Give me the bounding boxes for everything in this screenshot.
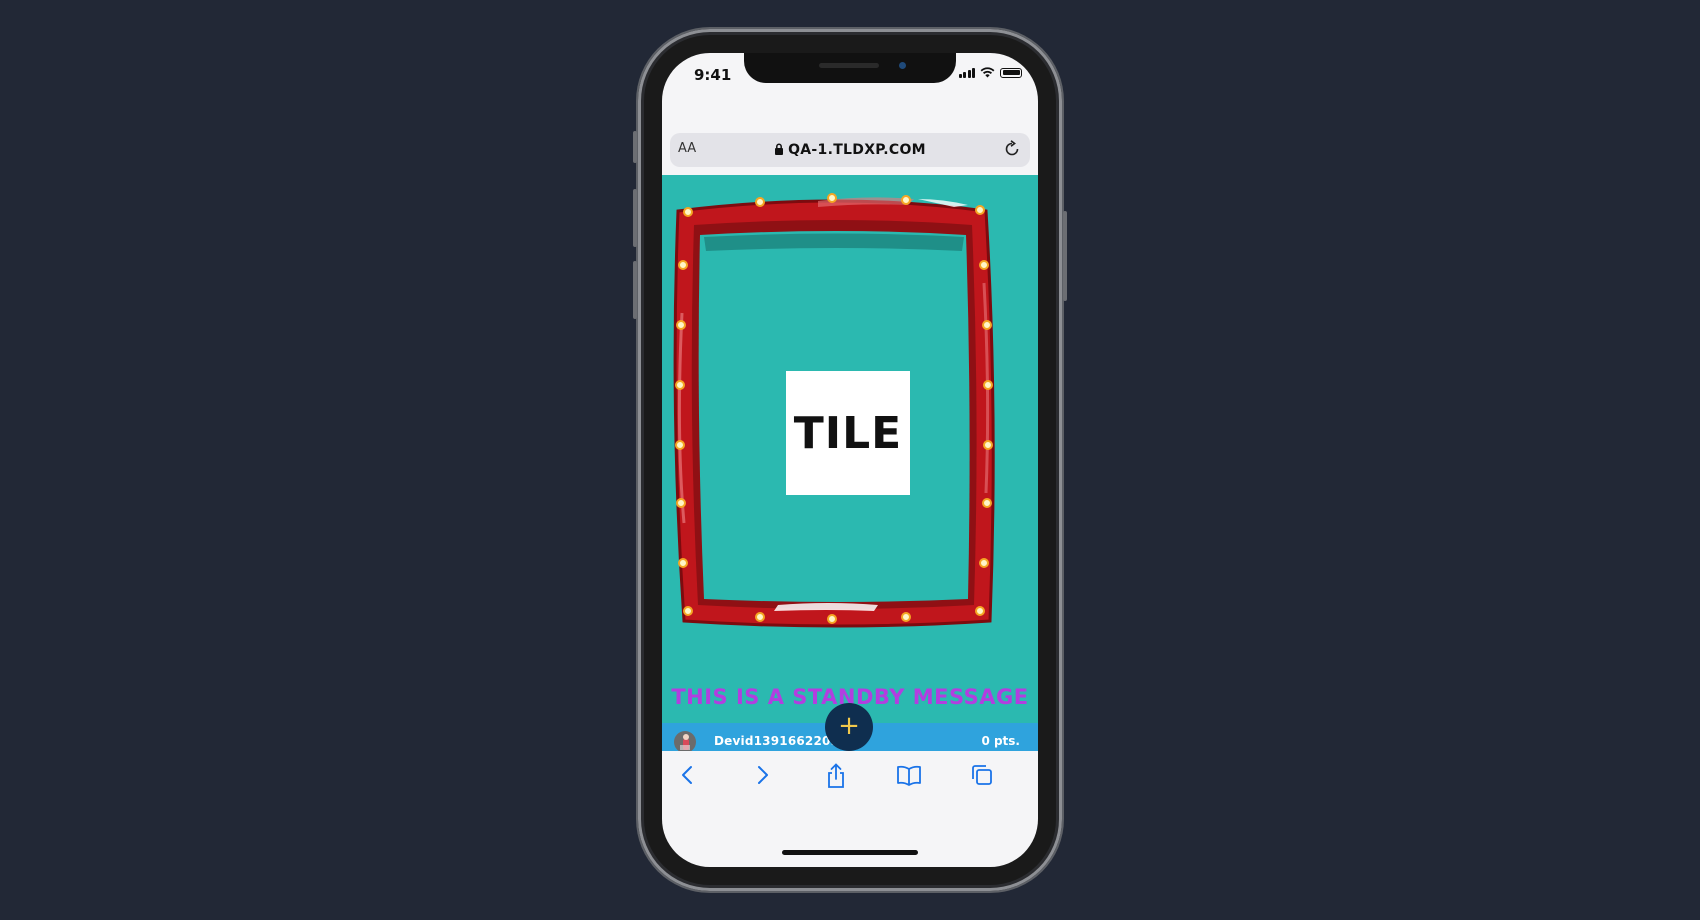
status-time: 9:41 — [694, 66, 732, 84]
status-icons — [958, 67, 1022, 78]
share-icon[interactable] — [825, 763, 847, 789]
lock-icon — [775, 143, 784, 155]
wifi-icon — [980, 67, 995, 78]
phone-screen: 9:41 AA QA-1.TLDXP.COM TILE THIS IS A ST… — [662, 53, 1038, 867]
reload-icon[interactable] — [1002, 139, 1022, 159]
power-button — [1063, 211, 1067, 301]
front-camera — [899, 62, 906, 69]
browser-toolbar — [662, 751, 1038, 801]
phone-device: 9:41 AA QA-1.TLDXP.COM TILE THIS IS A ST… — [633, 29, 1067, 891]
back-icon[interactable] — [678, 763, 698, 787]
address-bar[interactable]: AA QA-1.TLDXP.COM — [670, 133, 1030, 167]
signal-icon — [958, 67, 975, 78]
battery-icon — [1000, 67, 1022, 78]
avatar[interactable] — [674, 731, 696, 753]
volume-up-button — [633, 189, 637, 247]
volume-down-button — [633, 261, 637, 319]
page-content: TILE This is a standby message + Devid13… — [662, 175, 1038, 759]
tile-label: TILE — [793, 407, 903, 459]
add-button[interactable]: + — [825, 703, 873, 751]
silent-switch — [633, 131, 637, 163]
notch — [744, 53, 956, 83]
url-display[interactable]: QA-1.TLDXP.COM — [670, 142, 1030, 158]
home-indicator[interactable] — [782, 850, 918, 855]
url-text: QA-1.TLDXP.COM — [788, 142, 926, 158]
points-display: 0 pts. — [981, 734, 1020, 748]
tile-card[interactable]: TILE — [786, 371, 910, 495]
tabs-icon[interactable] — [970, 763, 994, 787]
bookmarks-icon[interactable] — [896, 763, 922, 787]
forward-icon[interactable] — [752, 763, 772, 787]
speaker — [819, 63, 879, 68]
